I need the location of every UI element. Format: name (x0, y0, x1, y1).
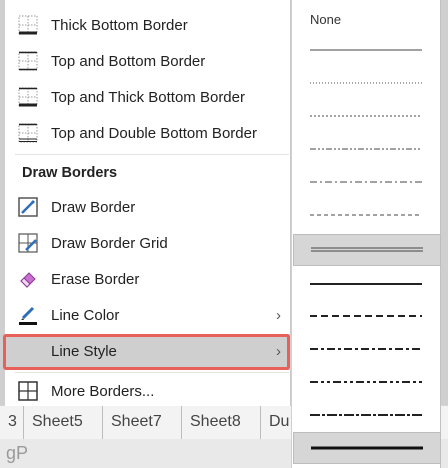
section-heading-draw-borders: Draw Borders (22, 165, 118, 181)
line-style-submenu: None (291, 0, 441, 468)
line-style-dash-dot[interactable] (293, 166, 441, 196)
menu-item-line-color[interactable]: Line Color › (5, 298, 291, 334)
menu-separator (15, 372, 289, 373)
menu-item-label: Line Color (51, 307, 120, 324)
all-borders-icon (18, 381, 38, 401)
menu-item-draw-border-grid[interactable]: Draw Border Grid (5, 226, 291, 262)
chevron-right-icon: › (276, 307, 281, 324)
sheet-tab[interactable]: Sheet7 (103, 406, 182, 439)
menu-item-thick-bottom-border[interactable]: Thick Bottom Border (5, 8, 291, 44)
menu-item-label: Thick Bottom Border (51, 17, 188, 34)
menu-item-draw-border[interactable]: Draw Border (5, 190, 291, 226)
line-style-medium[interactable] (293, 268, 441, 298)
draw-border-icon (18, 197, 38, 217)
menu-item-top-double-bottom-border[interactable]: Top and Double Bottom Border (5, 116, 291, 152)
line-style-dotted[interactable] (293, 100, 441, 130)
line-style-medium-dashed[interactable] (293, 300, 441, 330)
menu-item-label: More Borders... (51, 383, 155, 400)
highlight-box (3, 334, 290, 370)
menu-item-label: Erase Border (51, 271, 140, 288)
line-style-thick[interactable] (293, 432, 441, 464)
sheet-tab[interactable]: 3 (0, 406, 24, 439)
line-style-hair[interactable] (293, 67, 441, 97)
line-style-medium-dash-dot[interactable] (293, 333, 441, 363)
menu-item-label: Top and Bottom Border (51, 53, 206, 70)
menu-item-more-borders[interactable]: More Borders... (5, 374, 291, 410)
line-style-slanted-dash-dot[interactable] (293, 399, 441, 429)
menu-item-top-bottom-border[interactable]: Top and Bottom Border (5, 44, 291, 80)
eraser-icon (20, 272, 36, 288)
sheet-tab[interactable]: Sheet8 (182, 406, 261, 439)
menu-item-label: Top and Thick Bottom Border (51, 89, 245, 106)
line-style-double[interactable] (293, 234, 441, 266)
line-style-none[interactable]: None (310, 12, 341, 27)
pen-color-icon (19, 306, 37, 325)
thick-bottom-border-icon (18, 15, 38, 35)
top-thick-bottom-border-icon (18, 87, 38, 107)
menu-item-top-thick-bottom-border[interactable]: Top and Thick Bottom Border (5, 80, 291, 116)
menu-item-label: Top and Double Bottom Border (51, 125, 257, 142)
menu-separator (15, 154, 289, 155)
sheet-tab[interactable]: Sheet5 (24, 406, 103, 439)
top-bottom-border-icon (18, 51, 38, 71)
menu-item-label: Draw Border (51, 199, 136, 216)
line-style-medium-dash-dot-dot[interactable] (293, 366, 441, 396)
line-style-dashed[interactable] (293, 199, 441, 229)
menu-item-label: Draw Border Grid (51, 235, 168, 252)
line-style-thin[interactable] (293, 34, 441, 64)
draw-border-grid-icon (18, 233, 38, 253)
menu-item-erase-border[interactable]: Erase Border (5, 262, 291, 298)
top-double-bottom-border-icon (18, 123, 38, 143)
line-style-dash-dot-dot[interactable] (293, 133, 441, 163)
watermark: gP (6, 443, 29, 463)
